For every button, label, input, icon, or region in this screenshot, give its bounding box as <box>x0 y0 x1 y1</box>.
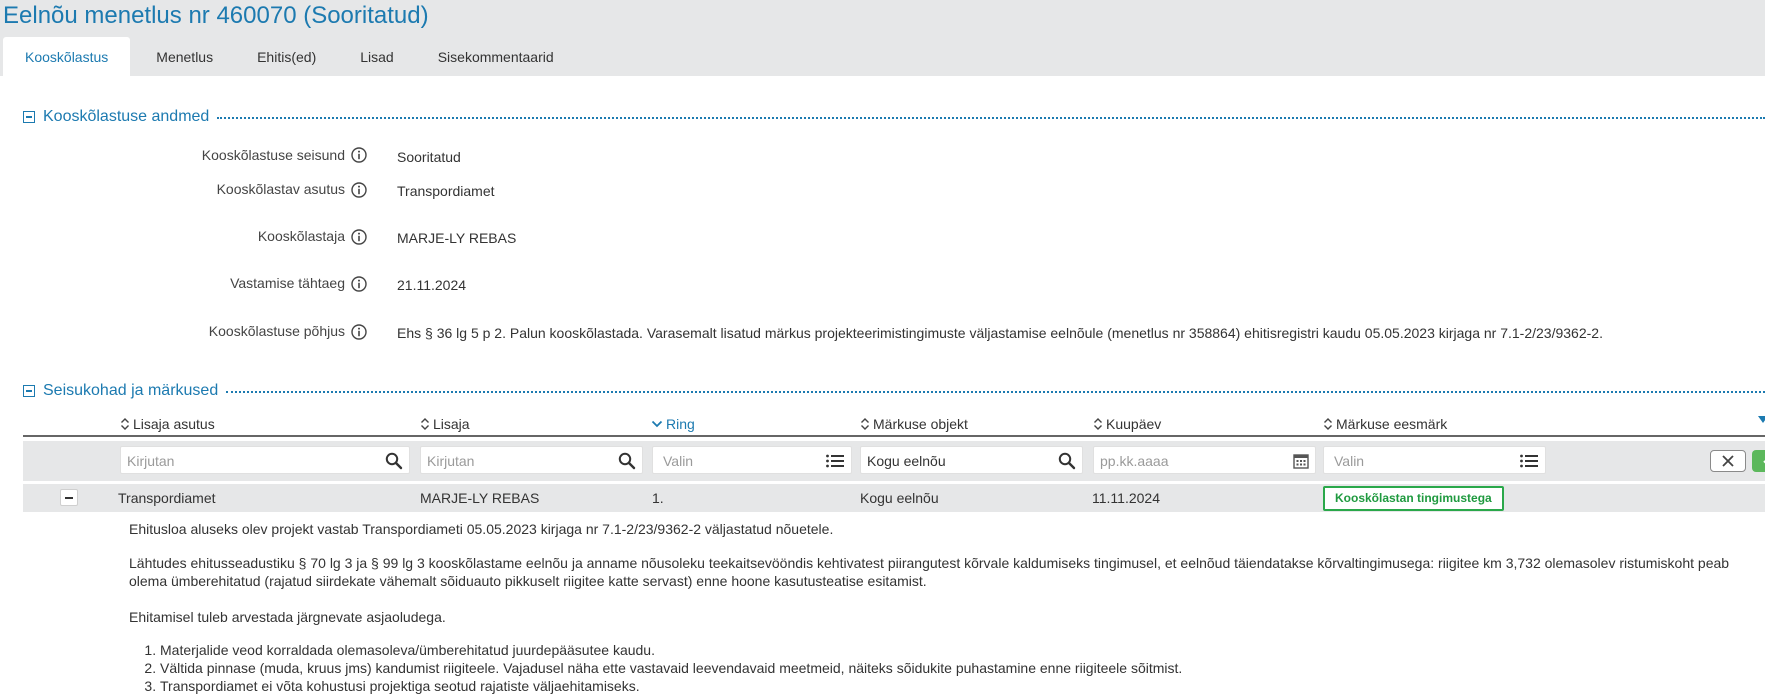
column-header-kuupaev[interactable]: Kuupäev <box>1093 412 1161 435</box>
field-label: Kooskõlastav asutus <box>216 181 345 197</box>
calendar-icon[interactable] <box>1293 453 1309 469</box>
filter-icon[interactable] <box>1758 414 1765 428</box>
collapse-icon[interactable] <box>23 385 35 397</box>
tab-ehitised[interactable]: Ehitis(ed) <box>235 37 338 76</box>
row-detail: Lähtudes ehitusseadustiku § 70 lg 3 ja §… <box>129 554 1729 590</box>
section-title: Seisukohad ja märkused <box>43 382 219 399</box>
field-label: Kooskõlastuse põhjus <box>208 323 345 339</box>
sort-icon <box>1094 417 1102 430</box>
detail-paragraph: olema ümberehitatud (rajatud siirdekate … <box>129 573 927 589</box>
field-label: Kooskõlastaja <box>257 228 345 244</box>
tab-lisad[interactable]: Lisad <box>338 37 415 76</box>
column-label: Lisaja asutus <box>133 415 215 432</box>
grid-header: Lisaja asutus Lisaja Ring Märkuse objekt… <box>23 412 1765 437</box>
sort-icon <box>421 417 429 430</box>
field-value: 21.11.2024 <box>397 277 467 293</box>
field-label: Kooskõlastuse seisund <box>201 147 345 163</box>
field-value: Sooritatud <box>397 149 461 165</box>
section-divider <box>217 117 1765 119</box>
list-item: Vältida pinnase (muda, kruus jms) kandum… <box>160 659 1182 677</box>
row-detail: Ehitusloa aluseks olev projekt vastab Tr… <box>129 520 833 538</box>
page-header: Eelnõu menetlus nr 460070 (Sooritatud) K… <box>0 0 1765 76</box>
sort-icon <box>121 417 129 430</box>
row-detail: Materjalide veod korraldada olemasoleva/… <box>129 641 1182 695</box>
field-label: Vastamise tähtaeg <box>230 275 345 291</box>
info-icon[interactable] <box>351 182 367 198</box>
detail-paragraph: Ehitusloa aluseks olev projekt vastab Tr… <box>129 521 834 537</box>
column-header-ring[interactable]: Ring <box>651 412 695 435</box>
collapse-icon[interactable] <box>23 111 35 123</box>
list-item: Transpordiamet ei võta kohustusi projekt… <box>160 677 1182 695</box>
filter-placeholder: Valin <box>663 453 694 469</box>
detail-paragraph: Lähtudes ehitusseadustiku § 70 lg 3 ja §… <box>129 555 1730 571</box>
sort-icon <box>1324 417 1332 430</box>
tab-bar: Kooskõlastus Menetlus Ehitis(ed) Lisad S… <box>3 37 576 76</box>
search-icon[interactable] <box>385 452 403 470</box>
tab-kooskolastus[interactable]: Kooskõlastus <box>3 37 131 76</box>
column-label: Ring <box>666 415 695 432</box>
filter-lisaja-input[interactable]: Kirjutan <box>420 446 643 474</box>
cell-markuse-objekt: Kogu eelnõu <box>860 490 939 506</box>
filter-lisaja-asutus-input[interactable]: Kirjutan <box>120 446 410 474</box>
filter-ring-select[interactable]: Valin <box>652 446 852 474</box>
list-item: Materjalide veod korraldada olemasoleva/… <box>160 641 1182 659</box>
column-header-lisaja-asutus[interactable]: Lisaja asutus <box>120 412 215 435</box>
filter-value: Kogu eelnõu <box>867 453 946 469</box>
list-icon[interactable] <box>825 452 845 470</box>
cell-lisaja-asutus: Transpordiamet <box>118 490 216 506</box>
chevron-down-icon <box>651 420 663 427</box>
detail-paragraph: Ehitamisel tuleb arvestada järgnevate as… <box>129 609 446 625</box>
filter-bar: Kirjutan Kirjutan Valin Kogu eelnõu pp.k… <box>23 441 1765 481</box>
clear-filters-button[interactable] <box>1710 450 1746 472</box>
section-kooskolastuse-andmed-header: Kooskõlastuse andmed <box>23 107 1765 127</box>
field-value: Transpordiamet <box>397 183 495 199</box>
field-value: Ehs § 36 lg 5 p 2. Palun kooskõlastada. … <box>397 325 1603 341</box>
cell-lisaja: MARJE-LY REBAS <box>420 490 540 506</box>
page-title: Eelnõu menetlus nr 460070 (Sooritatud) <box>3 2 429 29</box>
search-icon[interactable] <box>618 452 636 470</box>
filter-placeholder: Valin <box>1334 453 1365 469</box>
section-divider <box>226 391 1765 393</box>
section-seisukohad-header: Seisukohad ja märkused <box>23 381 1765 401</box>
close-icon <box>1722 455 1734 467</box>
sort-icon <box>861 417 869 430</box>
collapse-row-button[interactable] <box>60 489 78 506</box>
column-label: Kuupäev <box>1106 415 1162 432</box>
field-value: MARJE-LY REBAS <box>397 230 517 246</box>
filter-markuse-objekt-input[interactable]: Kogu eelnõu <box>860 446 1083 474</box>
table-row[interactable]: Transpordiamet MARJE-LY REBAS 1. Kogu ee… <box>23 484 1765 512</box>
filter-kuupaev-input[interactable]: pp.kk.aaaa <box>1093 446 1316 474</box>
detail-list: Materjalide veod korraldada olemasoleva/… <box>119 641 1182 695</box>
filter-placeholder: pp.kk.aaaa <box>1100 453 1169 469</box>
column-header-markuse-objekt[interactable]: Märkuse objekt <box>860 412 968 435</box>
column-header-lisaja[interactable]: Lisaja <box>420 412 470 435</box>
column-label: Märkuse objekt <box>873 415 968 432</box>
info-icon[interactable] <box>351 276 367 292</box>
info-icon[interactable] <box>351 324 367 340</box>
apply-filters-button[interactable] <box>1752 450 1765 472</box>
cell-kuupaev: 11.11.2024 <box>1092 490 1160 506</box>
check-icon <box>1763 460 1765 464</box>
filter-placeholder: Kirjutan <box>427 453 475 469</box>
cell-ring: 1. <box>652 490 664 506</box>
list-icon[interactable] <box>1519 452 1539 470</box>
tab-menetlus[interactable]: Menetlus <box>134 37 235 76</box>
search-icon[interactable] <box>1058 452 1076 470</box>
column-label: Märkuse eesmärk <box>1336 415 1448 432</box>
section-title: Kooskõlastuse andmed <box>43 108 210 125</box>
row-detail: Ehitamisel tuleb arvestada järgnevate as… <box>129 608 446 626</box>
filter-markuse-eesmark-select[interactable]: Valin <box>1323 446 1546 474</box>
filter-placeholder: Kirjutan <box>127 453 175 469</box>
tab-sisekommentaarid[interactable]: Sisekommentaarid <box>416 37 576 76</box>
status-badge: Kooskõlastan tingimustega <box>1323 486 1504 511</box>
info-icon[interactable] <box>351 147 367 163</box>
column-header-markuse-eesmark[interactable]: Märkuse eesmärk <box>1323 412 1447 435</box>
column-label: Lisaja <box>433 415 470 432</box>
info-icon[interactable] <box>351 229 367 245</box>
